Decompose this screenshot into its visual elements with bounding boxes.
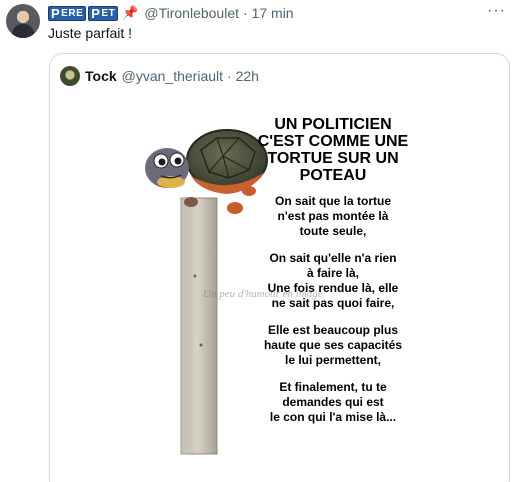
tweet-text: Juste parfait !: [48, 25, 133, 41]
meme-line: le lui permettent,: [284, 353, 382, 367]
quoted-handle[interactable]: @yvan_theriault: [122, 68, 223, 84]
meme-title: UN POLITICIEN C'EST COMME UNE TORTUE SUR…: [239, 116, 427, 184]
meme-text: UN POLITICIEN C'EST COMME UNE TORTUE SUR…: [239, 116, 427, 425]
title-line: POTEAU: [299, 167, 367, 184]
meme-line: toute seule,: [299, 224, 367, 238]
meme-line: Et finalement, tu te: [279, 380, 387, 394]
tweet[interactable]: P ERE P ET 📌 @Tironleboulet · 17 min ··· J…: [0, 0, 518, 482]
tweet-header: P ERE P ET 📌 @Tironleboulet · 17 min: [48, 4, 294, 22]
meme-paragraph: On sait qu'elle n'a rien à faire là, Une…: [239, 251, 427, 311]
meme-paragraph: Et finalement, tu te demandes qui est le…: [239, 380, 427, 425]
quoted-avatar[interactable]: [60, 66, 80, 86]
timestamp[interactable]: · 17 min: [243, 5, 294, 21]
meme-line: On sait qu'elle n'a rien: [269, 251, 397, 265]
quoted-tweet[interactable]: Tock @yvan_theriault · 22h Un peu d'humo…: [49, 53, 510, 482]
name-word-2: P ET: [88, 5, 119, 21]
meme-paragraph: Elle est beaucoup plus haute que ses cap…: [239, 323, 427, 368]
avatar[interactable]: [6, 4, 40, 38]
meme-line: On sait que la tortue: [274, 194, 391, 208]
meme-paragraph: On sait que la tortue n'est pas montée l…: [239, 194, 427, 239]
meme-line: ne sait pas quoi faire,: [271, 296, 395, 310]
meme-line: haute que ses capacités: [263, 338, 403, 352]
meme-line: le con qui l'a mise là...: [269, 410, 397, 424]
quoted-timestamp[interactable]: · 22h: [227, 68, 259, 84]
name-word-1: P ERE: [48, 5, 87, 21]
meme-line: Une fois rendue là, elle: [267, 281, 399, 295]
quoted-display-name[interactable]: Tock: [85, 68, 117, 84]
more-options-icon[interactable]: ···: [487, 2, 506, 20]
meme-line: à faire là,: [306, 266, 360, 280]
title-line: TORTUE SUR UN: [267, 150, 399, 167]
handle[interactable]: @Tironleboulet: [144, 5, 239, 21]
title-line: UN POLITICIEN: [274, 116, 392, 133]
display-name[interactable]: P ERE P ET: [48, 5, 119, 21]
meme-image[interactable]: Un peu d'humour en image UN POLITICIEN C…: [131, 98, 428, 482]
meme-line: n'est pas montée là: [277, 209, 389, 223]
pushpin-icon: 📌: [122, 5, 139, 20]
meme-line: demandes qui est: [282, 395, 384, 409]
quoted-tweet-header: Tock @yvan_theriault · 22h: [60, 66, 259, 86]
title-line: C'EST COMME UNE: [257, 133, 409, 150]
meme-line: Elle est beaucoup plus: [267, 323, 399, 337]
